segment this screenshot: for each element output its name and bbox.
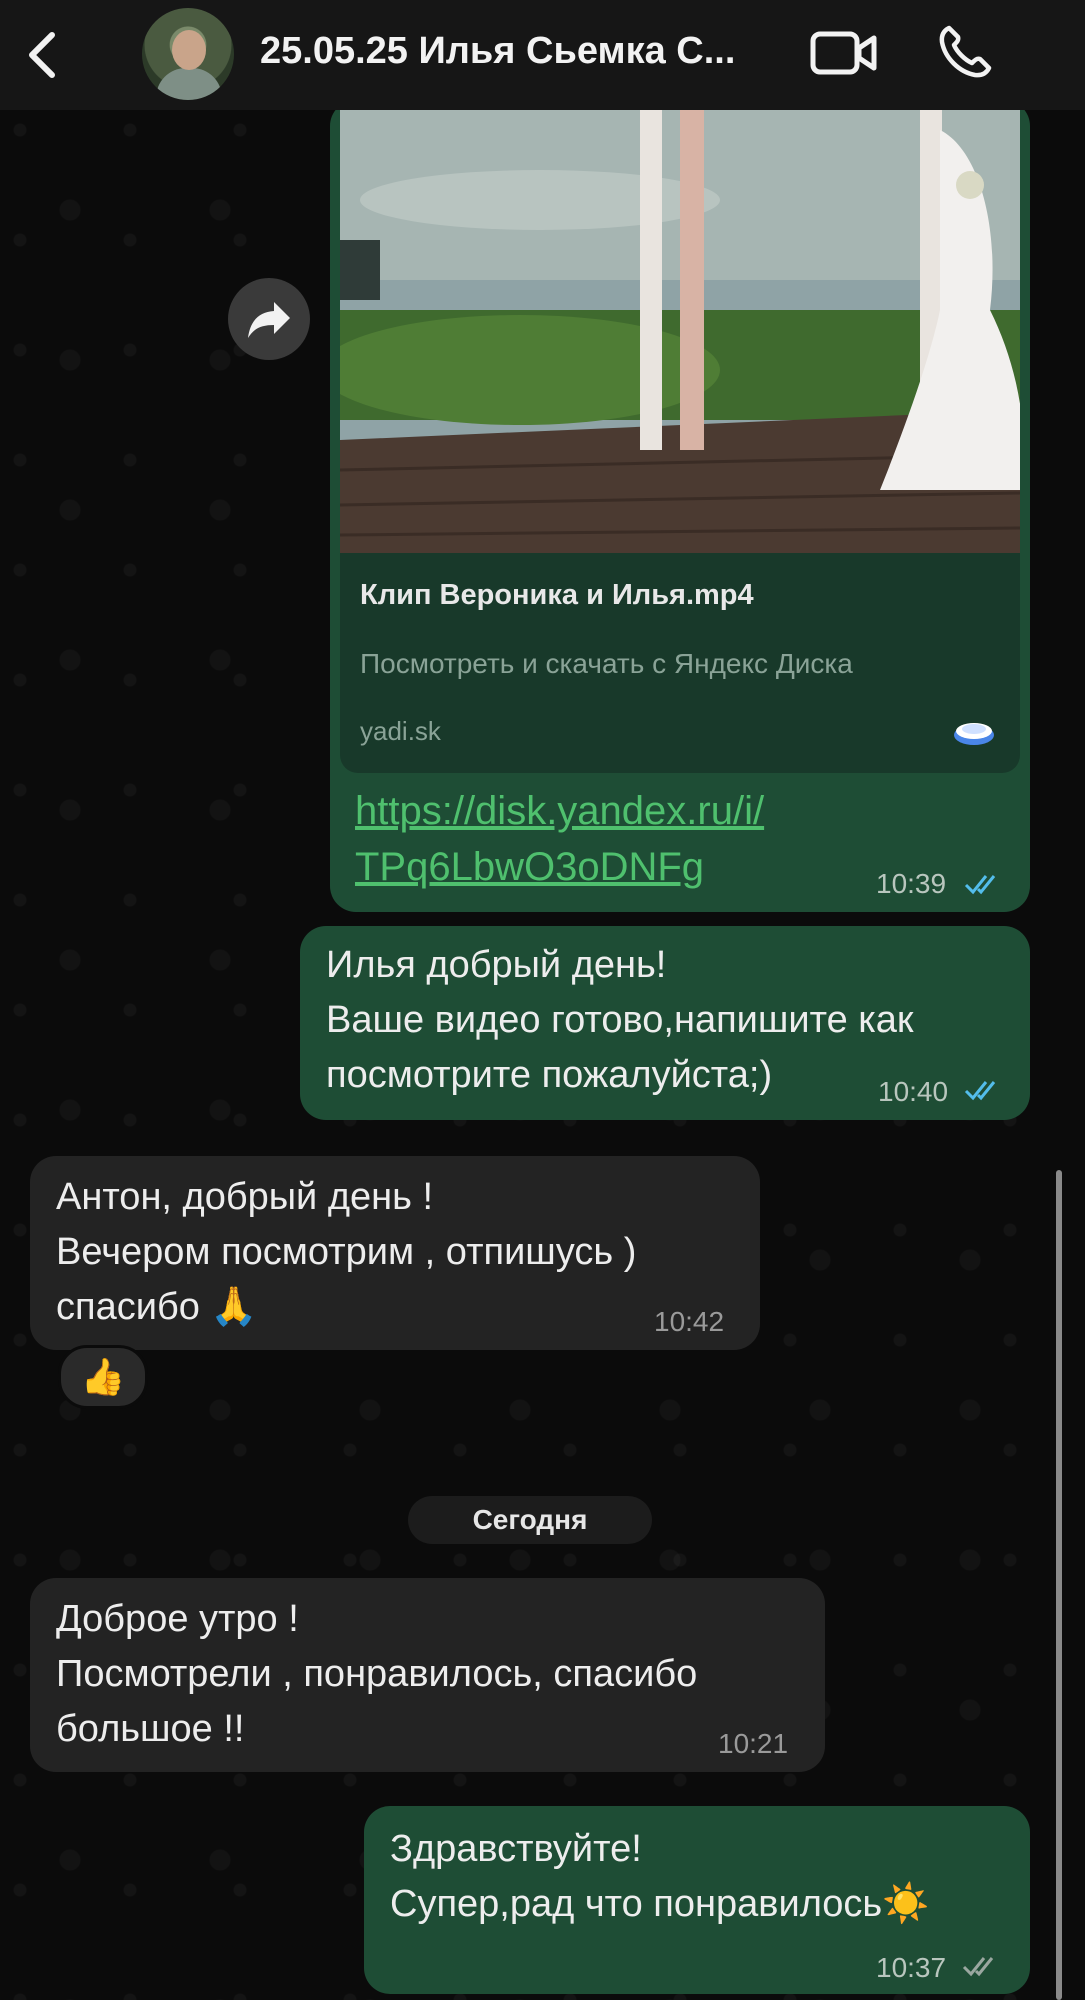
chat-header: 25.05.25 Илья Сьемка С... — [0, 0, 1085, 110]
preview-domain: yadi.sk — [360, 716, 441, 746]
video-call-icon — [810, 31, 877, 75]
forward-arrow-icon — [248, 302, 290, 338]
voice-call-button[interactable] — [935, 22, 995, 82]
message-text: Доброе утро ! Посмотрели , понравилось, … — [56, 1598, 698, 1750]
link-preview-card[interactable]: Клип Вероника и Илья.mp4 Посмотреть и ск… — [340, 553, 1020, 773]
read-receipt-icon — [964, 875, 996, 895]
message-bubble-outgoing[interactable]: Здравствуйте! Супер,рад что понравилось☀… — [364, 1806, 1030, 1994]
forward-button[interactable] — [228, 278, 310, 360]
preview-title: Клип Вероника и Илья.mp4 — [360, 579, 754, 611]
message-time: 10:40 — [878, 1076, 949, 1107]
message-time: 10:37 — [876, 1952, 947, 1983]
reaction-badge[interactable]: 👍 — [58, 1345, 148, 1409]
chevron-left-icon — [29, 32, 55, 78]
message-bubble-incoming[interactable]: Доброе утро ! Посмотрели , понравилось, … — [30, 1578, 825, 1772]
video-thumbnail[interactable] — [340, 110, 1020, 553]
date-separator: Сегодня — [408, 1496, 652, 1544]
read-receipt-icon — [964, 1081, 996, 1101]
message-bubble-outgoing[interactable]: Илья добрый день! Ваше видео готово,напи… — [300, 926, 1030, 1120]
message-bubble-incoming[interactable]: Антон, добрый день ! Вечером посмотрим ,… — [30, 1156, 760, 1350]
message-text: Антон, добрый день ! Вечером посмотрим ,… — [56, 1176, 637, 1328]
yandex-disk-icon — [954, 723, 994, 745]
chat-title[interactable]: 25.05.25 Илья Сьемка С... — [260, 30, 780, 73]
back-button[interactable] — [18, 25, 68, 85]
phone-icon — [939, 25, 992, 78]
contact-avatar[interactable] — [142, 8, 234, 100]
message-text: Здравствуйте! Супер,рад что понравилось☀… — [390, 1828, 930, 1925]
message-link[interactable]: https://disk.yandex.ru/i/ TPq6LbwO3oDNFg — [355, 783, 764, 895]
message-time: 10:39 — [876, 868, 947, 899]
chat-scrollbar[interactable] — [1056, 1170, 1062, 2000]
read-receipt-icon — [962, 1957, 994, 1977]
message-time: 10:21 — [718, 1728, 789, 1759]
message-time: 10:42 — [654, 1306, 725, 1337]
preview-subtitle: Посмотреть и скачать с Яндекс Диска — [360, 648, 853, 679]
video-call-button[interactable] — [810, 28, 878, 78]
